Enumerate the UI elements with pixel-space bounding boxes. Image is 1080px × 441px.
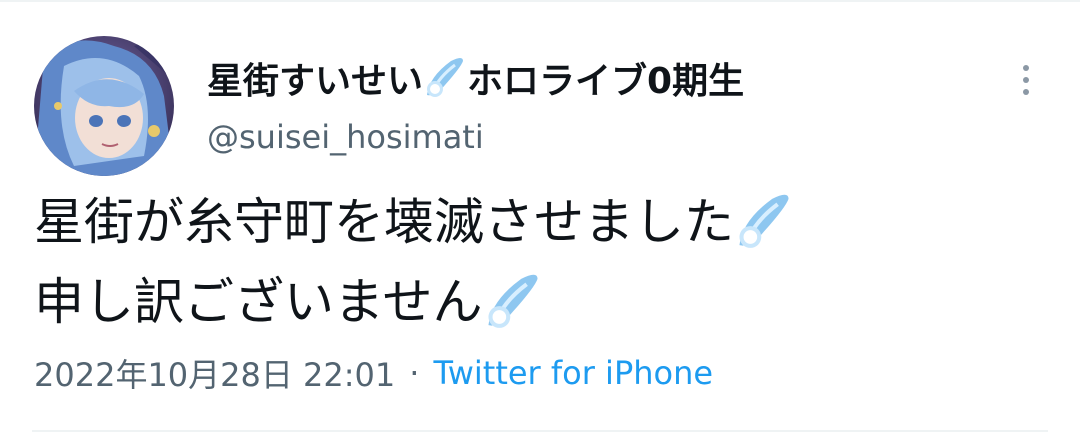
avatar[interactable] (34, 36, 174, 176)
tweet-text: 星街が糸守町を壊滅させました 申し訳ございません (34, 182, 794, 342)
timestamp[interactable]: 2022年10月28日 22:01 (34, 350, 395, 396)
tweet-line-2-text: 申し訳ございません (34, 273, 483, 331)
tweet-line-1-text: 星街が糸守町を壊滅させました (34, 193, 734, 251)
display-name-suffix: ホロライブ0期生 (467, 61, 745, 102)
display-name[interactable]: 星街すいせい ホロライブ0期生 (207, 52, 744, 104)
comet-icon (734, 192, 794, 252)
bottom-divider (32, 430, 1048, 432)
user-handle[interactable]: @suisei_hosimati (207, 118, 484, 156)
display-name-text: 星街すいせい (207, 61, 424, 102)
tweet-line-2: 申し訳ございません (34, 262, 794, 342)
source-link[interactable]: Twitter for iPhone (433, 354, 713, 392)
more-options-icon[interactable] (1012, 60, 1040, 100)
avatar-image (34, 36, 174, 176)
top-divider (0, 0, 1080, 2)
comet-icon (423, 57, 467, 99)
tweet-meta: 2022年10月28日 22:01 · Twitter for iPhone (34, 350, 713, 396)
tweet-line-1: 星街が糸守町を壊滅させました (34, 182, 794, 262)
meta-separator: · (409, 354, 420, 392)
comet-icon (483, 272, 543, 332)
